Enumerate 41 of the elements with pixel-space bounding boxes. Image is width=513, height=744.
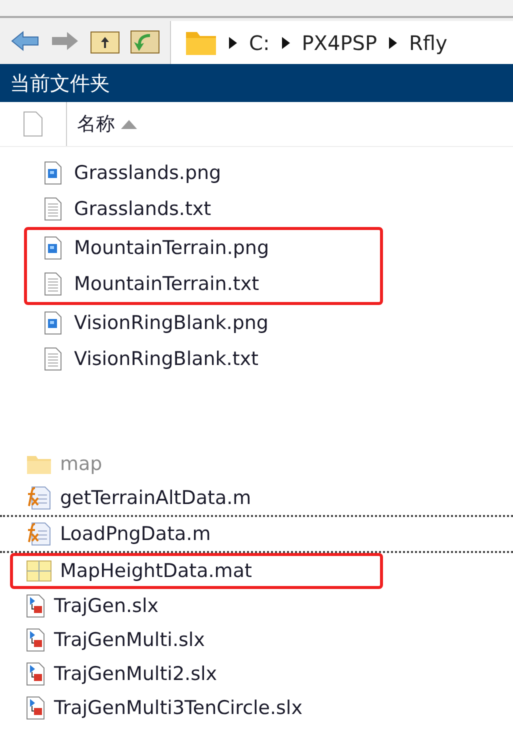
name-column-header[interactable]: 名称 bbox=[77, 111, 115, 137]
model-file-icon bbox=[26, 594, 46, 618]
function-file-icon bbox=[26, 485, 52, 511]
file-type-icon bbox=[23, 111, 43, 137]
text-file-icon bbox=[44, 272, 62, 296]
model-file-icon bbox=[26, 696, 46, 720]
path-segment[interactable]: PX4PSP bbox=[302, 30, 378, 54]
file-name[interactable]: LoadPngData.m bbox=[60, 523, 211, 545]
chevron-icon bbox=[282, 36, 290, 48]
grid-file-icon bbox=[26, 560, 52, 582]
chevron-icon bbox=[229, 36, 237, 48]
chevron-icon bbox=[389, 36, 398, 48]
function-file-icon bbox=[26, 521, 52, 547]
text-file-icon bbox=[44, 197, 62, 221]
model-file-icon bbox=[26, 628, 46, 652]
path-segment[interactable]: Rfly bbox=[409, 30, 448, 54]
address-bar[interactable]: C: PX4PSP Rfly bbox=[170, 21, 513, 64]
browse-folder-icon[interactable] bbox=[130, 28, 160, 54]
file-name[interactable]: VisionRingBlank.txt bbox=[74, 348, 258, 370]
file-name[interactable]: TrajGen.slx bbox=[54, 595, 158, 617]
file-name[interactable]: TrajGenMulti2.slx bbox=[54, 663, 217, 685]
path-segment[interactable]: C: bbox=[249, 30, 270, 54]
image-file-icon bbox=[44, 161, 62, 185]
file-name[interactable]: TrajGenMulti3TenCircle.slx bbox=[54, 697, 302, 719]
forward-arrow-icon[interactable] bbox=[50, 30, 80, 52]
image-file-icon bbox=[44, 311, 62, 335]
file-name[interactable]: VisionRingBlank.png bbox=[74, 312, 268, 334]
back-arrow-icon[interactable] bbox=[10, 30, 40, 52]
file-name[interactable]: MountainTerrain.txt bbox=[74, 273, 260, 295]
panel-title: 当前文件夹 bbox=[0, 64, 513, 102]
file-name[interactable]: Grasslands.txt bbox=[74, 198, 212, 220]
file-name[interactable]: MapHeightData.mat bbox=[60, 560, 252, 582]
file-name[interactable]: MountainTerrain.png bbox=[74, 237, 270, 259]
file-name[interactable]: getTerrainAltData.m bbox=[60, 487, 252, 509]
file-name[interactable]: TrajGenMulti.slx bbox=[54, 629, 205, 651]
model-file-icon bbox=[26, 662, 46, 686]
folder-icon bbox=[185, 30, 217, 56]
file-name[interactable]: Grasslands.png bbox=[74, 162, 222, 184]
folder-icon bbox=[26, 453, 52, 475]
image-file-icon bbox=[44, 236, 62, 260]
text-file-icon bbox=[44, 347, 62, 371]
